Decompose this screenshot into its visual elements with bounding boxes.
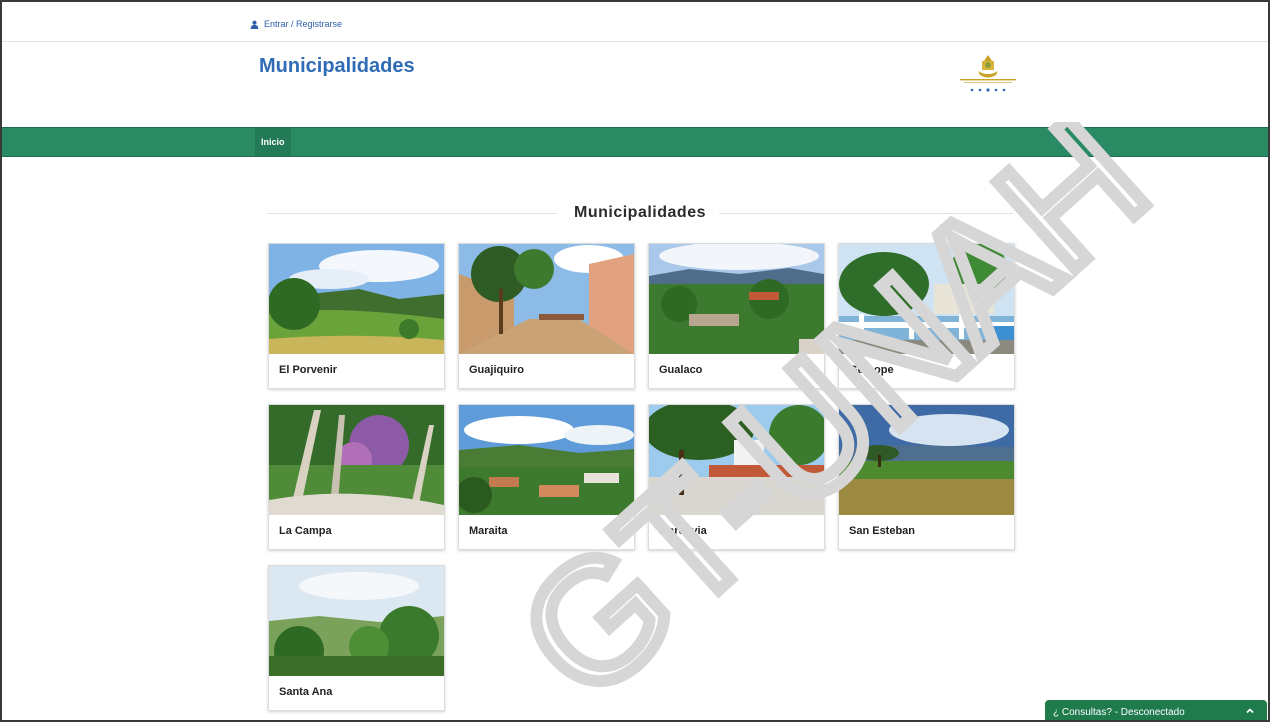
login-register-link[interactable]: Entrar / Registrarse	[250, 19, 342, 29]
municipality-card-marcovia[interactable]: Marcovia	[648, 404, 825, 550]
municipality-photo	[839, 244, 1014, 354]
municipality-card-gualaco[interactable]: Gualaco	[648, 243, 825, 389]
municipality-card-santa-ana[interactable]: Santa Ana	[268, 565, 445, 711]
municipality-photo	[839, 405, 1014, 515]
municipality-card-el-porvenir[interactable]: El Porvenir	[268, 243, 445, 389]
municipality-photo	[459, 405, 634, 515]
site-title[interactable]: Municipalidades	[259, 55, 415, 78]
chat-status-label: ¿ Consultas? - Desconectado	[1053, 707, 1185, 718]
nav-item-inicio[interactable]: Inicio	[255, 128, 291, 156]
section-title: Municipalidades	[574, 204, 706, 221]
municipality-photo	[649, 405, 824, 515]
chevron-up-icon[interactable]	[1245, 706, 1255, 716]
browser-frame: Entrar / Registrarse Municipalidades Ini…	[0, 0, 1270, 722]
municipality-name: Guinope	[849, 364, 894, 376]
municipality-card-la-campa[interactable]: La Campa	[268, 404, 445, 550]
municipality-photo	[649, 244, 824, 354]
main-navbar: Inicio	[2, 127, 1268, 157]
top-bar: Entrar / Registrarse	[2, 2, 1268, 42]
municipality-name: San Esteban	[849, 525, 916, 537]
municipality-card-guinope[interactable]: Guinope	[838, 243, 1015, 389]
municipality-photo	[459, 244, 634, 354]
municipality-card-san-esteban[interactable]: San Esteban	[838, 404, 1015, 550]
government-seal-icon	[960, 55, 1016, 92]
municipality-name: Marcovia	[659, 525, 707, 537]
municipality-card-guajiquiro[interactable]: Guajiquiro	[458, 243, 635, 389]
municipality-photo	[269, 244, 444, 354]
municipality-name: Maraita	[469, 525, 508, 537]
municipality-photo	[269, 566, 444, 676]
municipality-name: El Porvenir	[279, 364, 338, 376]
chat-widget[interactable]: ¿ Consultas? - Desconectado	[1045, 700, 1267, 720]
user-icon	[250, 20, 259, 29]
login-register-label: Entrar / Registrarse	[264, 19, 343, 29]
municipality-card-maraita[interactable]: Maraita	[458, 404, 635, 550]
municipality-name: La Campa	[279, 525, 332, 537]
municipality-name: Gualaco	[659, 364, 703, 376]
municipality-photo	[269, 405, 444, 515]
section-heading: Municipalidades	[267, 202, 1013, 226]
site-header: Municipalidades	[2, 43, 1268, 127]
municipality-name: Santa Ana	[279, 686, 333, 698]
municipality-name: Guajiquiro	[469, 364, 524, 376]
